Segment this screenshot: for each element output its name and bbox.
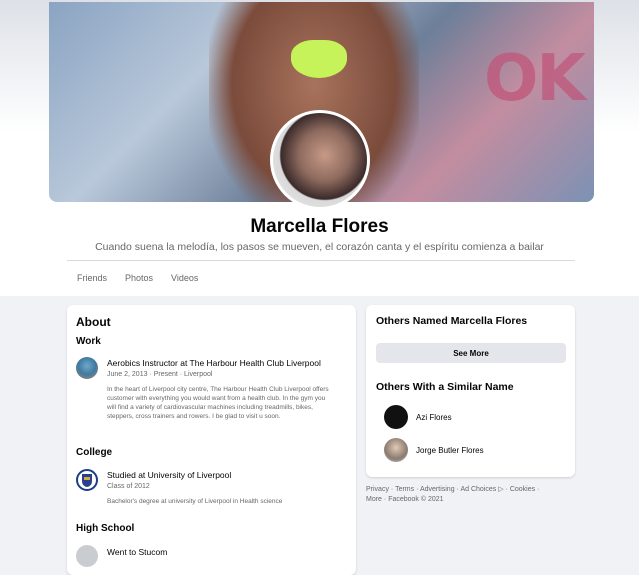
- work-title[interactable]: Aerobics Instructor at The Harbour Healt…: [107, 358, 321, 368]
- footer-terms-link[interactable]: Terms: [395, 486, 414, 493]
- tab-friends[interactable]: Friends: [77, 273, 107, 283]
- footer-links: Privacy · Terms · Advertising · Ad Choic…: [366, 485, 576, 505]
- about-card: About Work Aerobics Instructor at The Ha…: [67, 305, 356, 575]
- footer-separator: ·: [535, 486, 540, 493]
- profile-name: Marcella Flores: [250, 216, 389, 237]
- see-more-button[interactable]: See More: [376, 343, 566, 363]
- similar-person-row[interactable]: Azi Flores: [384, 405, 452, 429]
- footer-cookies-link[interactable]: Cookies: [510, 486, 535, 493]
- footer-more-link[interactable]: More: [366, 496, 382, 503]
- about-title: About: [76, 315, 111, 329]
- profile-avatar[interactable]: [270, 110, 370, 210]
- profile-bio: Cuando suena la melodía, los pasos se mu…: [95, 241, 544, 253]
- cover-graffiti-text: OK: [484, 42, 586, 116]
- similar-person-row[interactable]: Jorge Butler Flores: [384, 438, 484, 462]
- work-description: In the heart of Liverpool city centre, T…: [107, 386, 329, 420]
- cover-mask-shape: [291, 40, 347, 78]
- high-school-heading: High School: [76, 523, 135, 534]
- high-school-title[interactable]: Went to Stucom: [107, 547, 167, 557]
- avatar[interactable]: [384, 438, 408, 462]
- footer-copyright: Facebook © 2021: [388, 496, 444, 503]
- college-title[interactable]: Studied at University of Liverpool: [107, 470, 231, 480]
- similar-person-name[interactable]: Azi Flores: [416, 413, 452, 422]
- others-named-title: Others Named Marcella Flores: [376, 315, 528, 327]
- college-meta: Class of 2012: [107, 483, 150, 490]
- university-crest-icon[interactable]: [76, 469, 98, 491]
- college-description: Bachelor's degree at university of Liver…: [107, 498, 283, 505]
- footer-ad-choices-link[interactable]: Ad Choices ▷: [460, 486, 503, 493]
- tab-videos[interactable]: Videos: [171, 273, 198, 283]
- avatar[interactable]: [384, 405, 408, 429]
- others-card: Others Named Marcella Flores See More Ot…: [366, 305, 575, 477]
- others-similar-title: Others With a Similar Name: [376, 381, 514, 393]
- college-heading: College: [76, 447, 113, 458]
- work-meta: June 2, 2013 · Present · Liverpool: [107, 371, 213, 378]
- profile-tabs: Friends Photos Videos: [77, 273, 216, 283]
- footer-privacy-link[interactable]: Privacy: [366, 486, 389, 493]
- similar-person-name[interactable]: Jorge Butler Flores: [416, 446, 484, 455]
- footer-advertising-link[interactable]: Advertising: [420, 486, 455, 493]
- work-heading: Work: [76, 336, 101, 347]
- school-icon[interactable]: [76, 545, 98, 567]
- workplace-icon[interactable]: [76, 357, 98, 379]
- tab-photos[interactable]: Photos: [125, 273, 153, 283]
- header-divider: [67, 260, 575, 261]
